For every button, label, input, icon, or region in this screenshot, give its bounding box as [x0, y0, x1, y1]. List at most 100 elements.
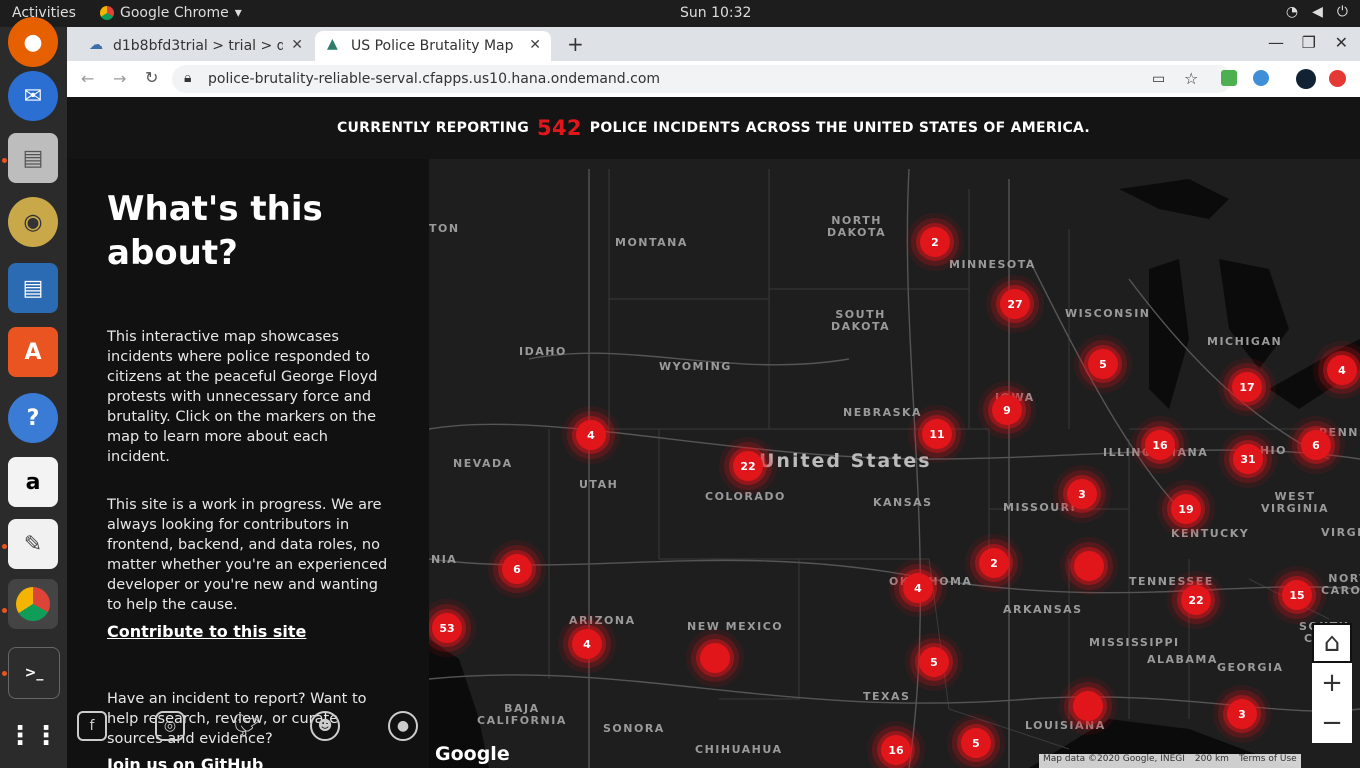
- label-washington: TON: [429, 222, 460, 235]
- label-idaho: IDAHO: [519, 345, 567, 358]
- label-minnesota: MINNESOTA: [949, 258, 1036, 271]
- incident-cluster-marker[interactable]: 11: [922, 419, 952, 449]
- close-icon[interactable]: ✕: [529, 37, 541, 53]
- back-icon[interactable]: ←: [81, 69, 94, 88]
- incident-map[interactable]: TON MONTANA NORTH DAKOTA MINNESOTA SOUTH D…: [429, 159, 1360, 768]
- contribute-link[interactable]: Contribute to this site: [107, 622, 306, 641]
- profile-avatar[interactable]: [1296, 69, 1316, 89]
- reload-icon[interactable]: ↻: [145, 68, 158, 87]
- incident-cluster-marker[interactable]: 17: [1232, 372, 1262, 402]
- new-tab-button[interactable]: +: [567, 32, 584, 56]
- label-chihuahua: CHIHUAHUA: [695, 743, 783, 756]
- incident-cluster-marker[interactable]: 4: [903, 573, 933, 603]
- dock: ● ✉ ▤ ◉ ▤ A ? a ✎ >_ ⋮⋮: [0, 17, 67, 768]
- banner-suffix: POLICE INCIDENTS ACROSS THE UNITED STATE…: [589, 120, 1091, 136]
- update-icon[interactable]: [1329, 70, 1346, 87]
- twitter-icon[interactable]: 🐦︎: [231, 711, 261, 741]
- incident-cluster-marker[interactable]: 3: [1067, 479, 1097, 509]
- label-missouri: MISSOURI: [1003, 501, 1077, 514]
- files-icon[interactable]: ▤: [8, 133, 58, 183]
- firefox-icon[interactable]: ●: [8, 17, 58, 67]
- incident-cluster-marker[interactable]: 53: [432, 613, 462, 643]
- incident-cluster-marker[interactable]: 16: [881, 735, 911, 765]
- cast-icon[interactable]: ▭: [1152, 71, 1165, 87]
- label-michigan: MICHIGAN: [1207, 335, 1283, 348]
- label-louisiana: LOUISIANA: [1025, 719, 1106, 732]
- text-editor-icon[interactable]: ✎: [8, 519, 58, 569]
- label-north-dakota: NORTH DAKOTA: [827, 214, 887, 239]
- incident-cluster-marker[interactable]: 5: [961, 728, 991, 758]
- facebook-icon[interactable]: f: [77, 711, 107, 741]
- globe-extension-icon[interactable]: [1253, 70, 1269, 86]
- zoom-in-button[interactable]: +: [1312, 663, 1352, 703]
- restore-button[interactable]: ❐: [1302, 33, 1316, 52]
- incident-cluster-marker[interactable]: 31: [1233, 444, 1263, 474]
- label-kansas: KANSAS: [873, 496, 933, 509]
- incident-cluster-marker[interactable]: 6: [1301, 430, 1331, 460]
- map-attribution: Map data ©2020 Google, INEGI 200 km Term…: [1039, 754, 1301, 768]
- incident-cluster-marker[interactable]: 4: [576, 420, 606, 450]
- home-button[interactable]: ⌂: [1312, 623, 1352, 663]
- show-apps-icon[interactable]: ⋮⋮: [7, 711, 59, 761]
- attribution-text: Map data ©2020 Google, INEGI: [1043, 754, 1185, 764]
- incident-marker[interactable]: [1073, 691, 1103, 721]
- incident-cluster-marker[interactable]: 22: [1181, 585, 1211, 615]
- close-window-button[interactable]: ✕: [1335, 33, 1348, 52]
- forward-icon[interactable]: →: [113, 69, 126, 88]
- volume-icon: ◀: [1312, 4, 1323, 20]
- label-north-carolina: NORTHCAROLIN: [1321, 572, 1360, 597]
- google-logo: Google: [435, 743, 510, 765]
- incident-marker[interactable]: [1074, 551, 1104, 581]
- label-wisconsin: WISCONSIN: [1065, 307, 1151, 320]
- label-arizona: ARIZONA: [569, 614, 636, 627]
- about-sidebar: What's this about? This interactive map …: [67, 159, 429, 768]
- incident-cluster-marker[interactable]: 5: [1088, 349, 1118, 379]
- clock[interactable]: Sun 10:32: [680, 5, 751, 21]
- incident-cluster-marker[interactable]: 2: [920, 227, 950, 257]
- incident-cluster-marker[interactable]: 3: [1227, 699, 1257, 729]
- chrome-dock-icon[interactable]: [8, 579, 58, 629]
- tab-police-map[interactable]: ▲ US Police Brutality Map ✕: [315, 31, 551, 61]
- terms-link[interactable]: Terms of Use: [1239, 754, 1297, 768]
- incident-cluster-marker[interactable]: 5: [919, 647, 949, 677]
- banner-prefix: CURRENTLY REPORTING: [336, 120, 530, 136]
- incident-cluster-marker[interactable]: 9: [992, 395, 1022, 425]
- star-icon[interactable]: ☆: [1184, 69, 1198, 88]
- instagram-icon[interactable]: ◎: [155, 711, 185, 741]
- incident-cluster-marker[interactable]: 4: [1327, 355, 1357, 385]
- intro-paragraph: This interactive map showcases incidents…: [107, 329, 378, 465]
- chevron-down-icon: ▾: [234, 5, 242, 21]
- cors-extension-icon[interactable]: [1221, 70, 1237, 86]
- system-top-bar: Activities Google Chrome ▾ Sun 10:32 ◔ ◀…: [0, 0, 1360, 27]
- system-tray[interactable]: ◔ ◀ ⏻: [1286, 4, 1348, 20]
- label-georgia: GEORGIA: [1217, 661, 1284, 674]
- reddit-icon[interactable]: ☻: [310, 711, 340, 741]
- help-icon[interactable]: ?: [8, 393, 58, 443]
- amazon-icon[interactable]: a: [8, 457, 58, 507]
- incident-cluster-marker[interactable]: 6: [502, 554, 532, 584]
- app-menu[interactable]: Google Chrome ▾: [100, 5, 242, 21]
- url-field[interactable]: 🔒︎ police-brutality-reliable-serval.cfap…: [172, 65, 1232, 93]
- software-icon[interactable]: A: [8, 327, 58, 377]
- label-utah: UTAH: [579, 478, 619, 491]
- thunderbird-icon[interactable]: ✉: [8, 71, 58, 121]
- incident-cluster-marker[interactable]: 2: [979, 548, 1009, 578]
- rhythmbox-icon[interactable]: ◉: [8, 197, 58, 247]
- incident-cluster-marker[interactable]: 27: [1000, 289, 1030, 319]
- close-icon[interactable]: ✕: [291, 37, 303, 53]
- zoom-out-button[interactable]: −: [1312, 703, 1352, 743]
- incident-cluster-marker[interactable]: 4: [572, 629, 602, 659]
- terminal-icon[interactable]: >_: [8, 647, 60, 699]
- tab-cloud-foundry[interactable]: ☁ d1b8bfd3trial > trial > dev ✕: [77, 31, 313, 61]
- writer-icon[interactable]: ▤: [8, 263, 58, 313]
- github-link[interactable]: Join us on GitHub: [107, 755, 263, 768]
- github-icon[interactable]: ●: [388, 711, 418, 741]
- incident-cluster-marker[interactable]: 22: [733, 451, 763, 481]
- incident-cluster-marker[interactable]: 19: [1171, 494, 1201, 524]
- incident-cluster-marker[interactable]: 15: [1282, 580, 1312, 610]
- incident-marker[interactable]: [700, 643, 730, 673]
- minimize-button[interactable]: —: [1268, 33, 1284, 52]
- incident-cluster-marker[interactable]: 16: [1145, 430, 1175, 460]
- scale-label[interactable]: 200 km: [1195, 754, 1229, 768]
- wip-paragraph: This site is a work in progress. We are …: [107, 497, 388, 613]
